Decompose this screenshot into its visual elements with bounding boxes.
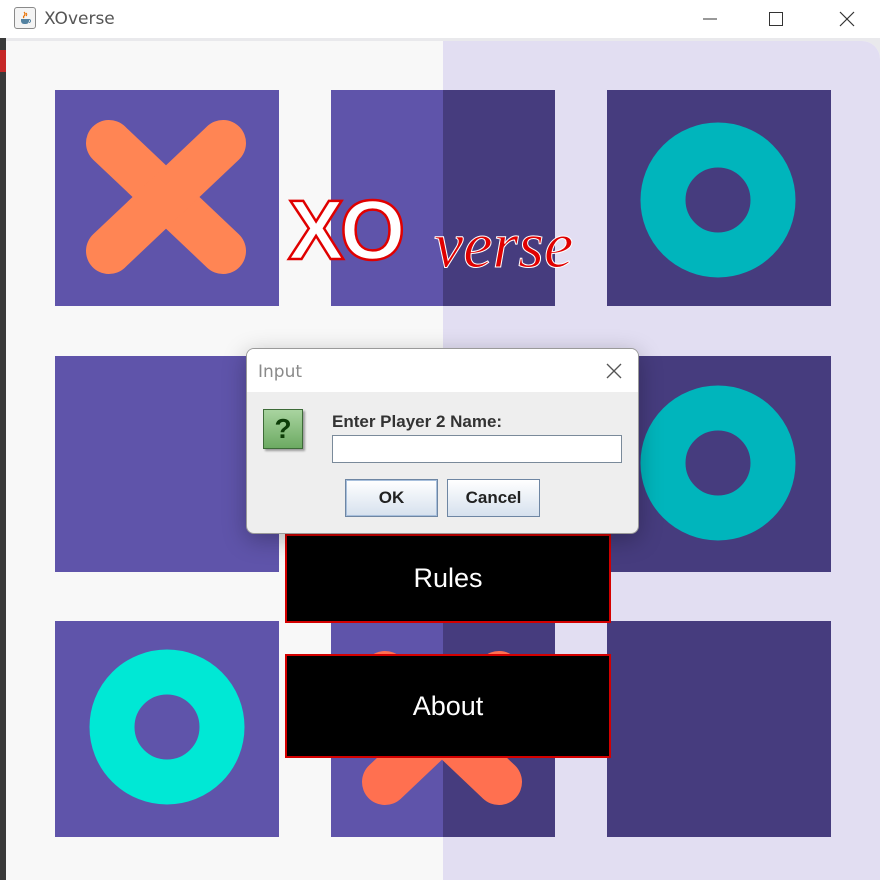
tile-r1-c1[interactable] xyxy=(55,90,279,306)
input-dialog: Input ? Enter Player 2 Name: OK Cancel xyxy=(246,348,639,534)
tile-r1-c3[interactable] xyxy=(607,90,831,306)
tile-r3-c3[interactable] xyxy=(607,621,831,837)
about-button[interactable]: About xyxy=(285,654,611,758)
player-name-input[interactable] xyxy=(332,435,622,463)
o-mark-icon xyxy=(89,649,245,805)
minimize-button[interactable] xyxy=(682,0,738,38)
tile-r3-c1[interactable] xyxy=(55,621,279,837)
logo-verse: verse xyxy=(433,209,574,282)
dialog-close-button[interactable] xyxy=(600,357,628,385)
about-button-label: About xyxy=(412,690,484,721)
rules-button[interactable]: Rules xyxy=(285,534,611,623)
maximize-icon xyxy=(769,12,783,26)
java-app-icon xyxy=(14,7,36,29)
close-icon xyxy=(839,11,855,27)
rules-button-label: Rules xyxy=(413,563,483,593)
close-icon xyxy=(606,363,622,379)
tile-r2-c3[interactable] xyxy=(607,356,831,572)
x-mark-icon xyxy=(86,120,246,274)
dialog-title: Input xyxy=(258,362,303,382)
minimize-icon xyxy=(703,18,717,20)
maximize-button[interactable] xyxy=(748,0,804,38)
window-titlebar: XOverse xyxy=(0,0,880,38)
question-icon: ? xyxy=(263,409,303,449)
dialog-prompt: Enter Player 2 Name: xyxy=(332,412,503,431)
logo-xo: XO xyxy=(287,183,407,277)
o-mark-icon xyxy=(640,385,796,541)
cancel-button[interactable]: Cancel xyxy=(447,479,540,517)
o-mark-icon xyxy=(640,122,796,278)
ok-button[interactable]: OK xyxy=(345,479,438,517)
dialog-titlebar: Input xyxy=(247,349,638,392)
close-window-button[interactable] xyxy=(819,0,875,38)
window-title: XOverse xyxy=(44,9,115,29)
